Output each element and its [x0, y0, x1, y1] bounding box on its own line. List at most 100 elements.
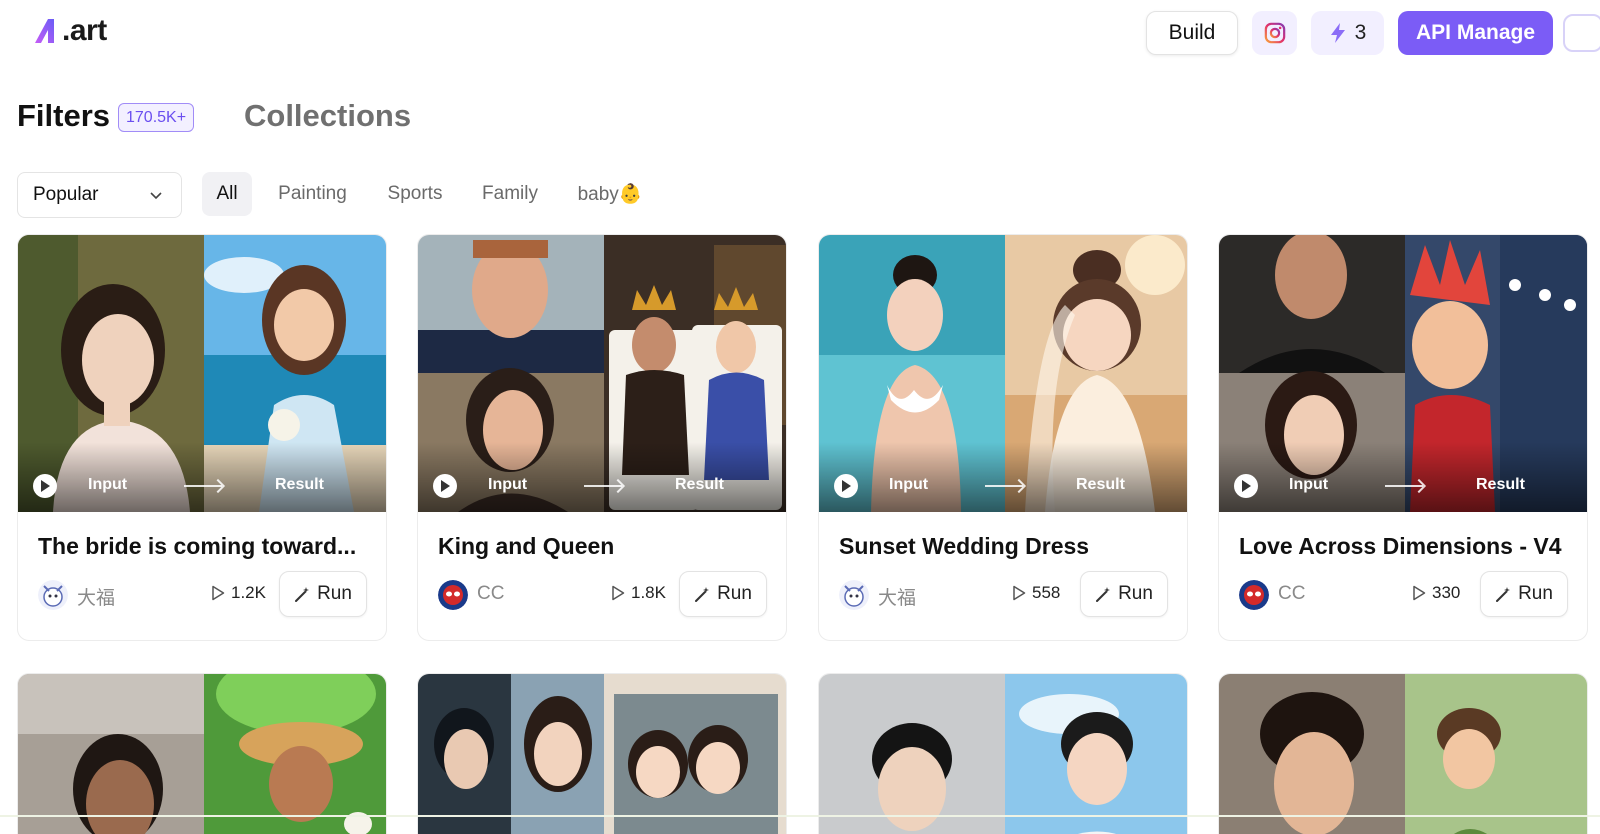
card-thumbnail[interactable]: [18, 674, 387, 834]
arrow-right-icon: [1385, 485, 1423, 487]
run-count: 1.8K: [611, 583, 676, 603]
author-name[interactable]: 大福: [878, 583, 916, 610]
run-label: Run: [1518, 583, 1553, 604]
play-button[interactable]: [433, 474, 457, 498]
run-label: Run: [1118, 583, 1153, 604]
arrow-right-icon: [985, 485, 1023, 487]
tab-filters[interactable]: Filters: [17, 98, 110, 134]
card-title[interactable]: Sunset Wedding Dress: [839, 533, 1174, 560]
run-count: 1.2K: [211, 583, 276, 603]
run-button[interactable]: Run: [679, 571, 767, 617]
play-icon: [441, 480, 450, 492]
play-button[interactable]: [33, 474, 57, 498]
thumbnail-overlay: [18, 442, 386, 512]
magic-wand-icon: [1096, 586, 1111, 602]
chip-sports[interactable]: Sports: [375, 172, 455, 216]
run-count: 330: [1412, 583, 1477, 603]
result-label: Result: [275, 476, 324, 493]
run-label: Run: [717, 583, 752, 604]
chip-baby[interactable]: baby👶: [566, 172, 654, 216]
play-outline-icon: [212, 585, 225, 601]
play-outline-icon: [1013, 585, 1026, 601]
instagram-button[interactable]: [1252, 11, 1297, 55]
input-label: Input: [1289, 476, 1329, 493]
thumbnail-overlay: [418, 442, 786, 512]
chip-painting[interactable]: Painting: [266, 172, 359, 216]
play-button[interactable]: [1234, 474, 1258, 498]
card-title[interactable]: Love Across Dimensions - V4: [1239, 533, 1574, 560]
card-thumbnail[interactable]: Input Result: [18, 235, 386, 512]
logo-text: .art: [62, 14, 107, 47]
card-title[interactable]: The bride is coming toward...: [38, 533, 373, 560]
filter-card[interactable]: [818, 673, 1188, 834]
build-button[interactable]: Build: [1146, 11, 1238, 55]
card-thumbnail[interactable]: [1219, 674, 1588, 834]
run-label: Run: [317, 583, 352, 604]
card-thumbnail[interactable]: Input Result: [1219, 235, 1587, 512]
credits-count: 3: [1354, 21, 1367, 44]
thumbnail-overlay: [819, 442, 1187, 512]
filters-count-badge: 170.5K+: [118, 103, 195, 132]
play-outline-icon: [612, 585, 625, 601]
page-bottom-divider: [0, 815, 1600, 817]
play-icon: [41, 480, 50, 492]
author-name[interactable]: 大福: [77, 583, 115, 610]
run-count-value: 1.2K: [231, 583, 266, 602]
magic-wand-icon: [295, 586, 310, 602]
filter-card[interactable]: [1218, 673, 1588, 834]
run-count-value: 558: [1032, 583, 1061, 602]
filter-card[interactable]: Input Result Sunset Wedding Dress 大福 558…: [818, 234, 1188, 641]
sort-value: Popular: [33, 184, 99, 205]
chip-all[interactable]: All: [202, 172, 252, 216]
run-count: 558: [1012, 583, 1077, 603]
card-thumbnail[interactable]: Input Result: [819, 235, 1187, 512]
result-label: Result: [1076, 476, 1125, 493]
tab-collections[interactable]: Collections: [244, 98, 411, 134]
lightning-icon: [1330, 23, 1345, 43]
filter-card[interactable]: Input Result The bride is coming toward.…: [17, 234, 387, 641]
card-title[interactable]: King and Queen: [438, 533, 773, 560]
play-icon: [1242, 480, 1251, 492]
result-label: Result: [1476, 476, 1525, 493]
filter-card[interactable]: [417, 673, 787, 834]
user-menu-button[interactable]: [1563, 14, 1600, 52]
chevron-down-icon: [150, 192, 162, 200]
chip-family[interactable]: Family: [471, 172, 549, 216]
arrow-right-icon: [584, 485, 622, 487]
avatar[interactable]: [1239, 580, 1269, 610]
run-button[interactable]: Run: [1080, 571, 1168, 617]
avatar[interactable]: [438, 580, 468, 610]
run-button[interactable]: Run: [1480, 571, 1568, 617]
card-thumbnail[interactable]: Input Result: [418, 235, 786, 512]
input-label: Input: [889, 476, 929, 493]
input-label: Input: [88, 476, 128, 493]
play-button[interactable]: [834, 474, 858, 498]
card-thumbnail[interactable]: [819, 674, 1188, 834]
run-count-value: 1.8K: [631, 583, 666, 602]
run-count-value: 330: [1432, 583, 1461, 602]
author-name[interactable]: CC: [1278, 583, 1305, 605]
author-name[interactable]: CC: [477, 583, 504, 605]
play-icon: [842, 480, 851, 492]
magic-wand-icon: [695, 586, 710, 602]
api-manage-button[interactable]: API Manage: [1398, 11, 1553, 55]
filter-card[interactable]: Input Result Love Across Dimensions - V4…: [1218, 234, 1588, 641]
filter-card[interactable]: Input Result King and Queen CC 1.8K Run: [417, 234, 787, 641]
magic-wand-icon: [1496, 586, 1511, 602]
play-outline-icon: [1413, 585, 1426, 601]
logo-mark-icon: [35, 19, 54, 43]
top-bar: .art Build 3 API Manage: [0, 0, 1600, 66]
input-label: Input: [488, 476, 528, 493]
avatar[interactable]: [839, 580, 869, 610]
run-button[interactable]: Run: [279, 571, 367, 617]
arrow-right-icon: [184, 485, 222, 487]
logo[interactable]: .art: [32, 14, 107, 48]
card-thumbnail[interactable]: [418, 674, 787, 834]
avatar[interactable]: [38, 580, 68, 610]
thumbnail-overlay: [1219, 442, 1587, 512]
credits-button[interactable]: 3: [1311, 11, 1384, 55]
sort-dropdown[interactable]: Popular: [17, 172, 182, 218]
filter-card[interactable]: [17, 673, 387, 834]
result-label: Result: [675, 476, 724, 493]
instagram-icon: [1264, 22, 1285, 44]
